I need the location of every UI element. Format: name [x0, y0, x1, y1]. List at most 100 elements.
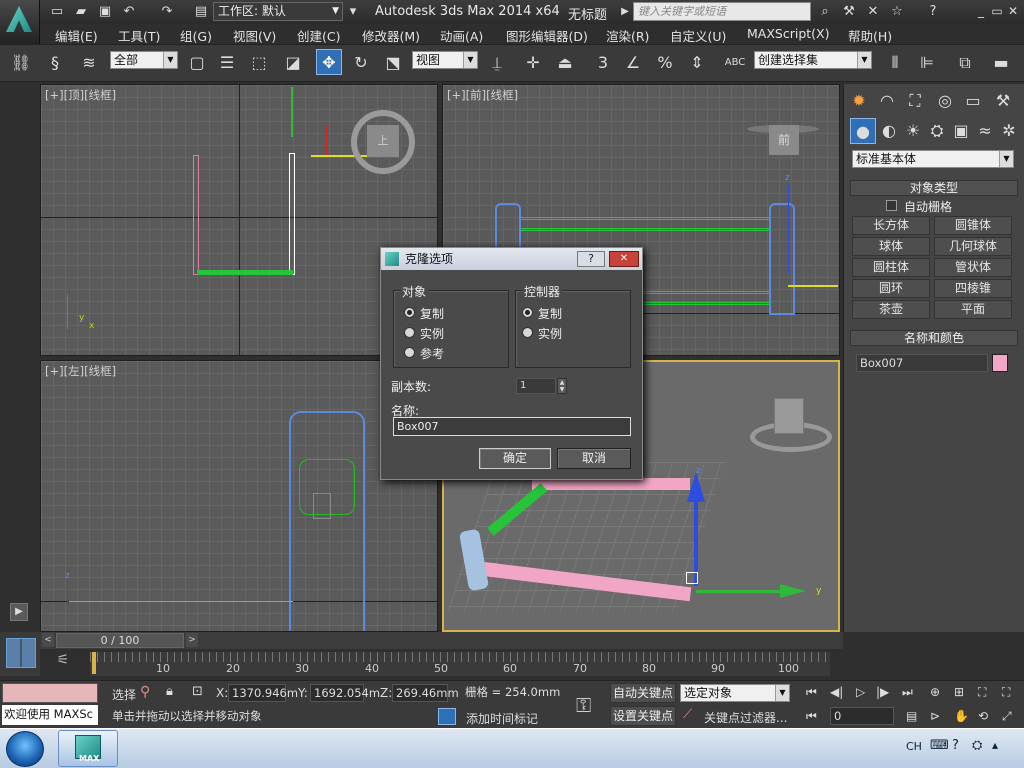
help-icon[interactable]: ?	[924, 3, 942, 21]
help-icon[interactable]: ?	[952, 738, 959, 753]
window-crossing-icon[interactable]: ◪	[280, 50, 306, 76]
mini-curve-editor-icon[interactable]: ⚟	[46, 652, 80, 676]
cylinder-button[interactable]: 圆柱体	[852, 258, 930, 277]
maximize-viewport-icon[interactable]: ⤢	[1002, 709, 1012, 724]
controller-copy-label[interactable]: 复制	[538, 305, 562, 322]
bind-spacewarp-icon[interactable]: ≋	[76, 50, 102, 76]
hierarchy-tab-icon[interactable]: ⛶	[902, 88, 928, 114]
favorites-icon[interactable]: ☆	[888, 3, 906, 21]
track-bar[interactable]: 10 20 30 40 50 60 70 80 90 100	[90, 652, 830, 676]
select-move-icon[interactable]: ✥	[316, 49, 342, 75]
zoom-icon[interactable]: ⊕	[930, 685, 940, 699]
angle-snap-icon[interactable]: ∠	[620, 50, 646, 76]
viewport-top-label[interactable]: [+][顶][线框]	[45, 87, 116, 103]
selection-filter-dropdown[interactable]: 全部 ▼	[110, 51, 178, 69]
play-icon[interactable]: ▷	[856, 685, 865, 699]
sphere-button[interactable]: 球体	[852, 237, 930, 256]
key-filters-button[interactable]: 关键点过滤器...	[704, 709, 787, 726]
time-slider-thumb[interactable]: 0 / 100	[56, 633, 184, 648]
controller-instance-label[interactable]: 实例	[538, 325, 562, 342]
graphite-toolbar-icon[interactable]: ▬	[988, 50, 1014, 76]
category-dropdown[interactable]: 标准基本体 ▼	[852, 150, 1014, 168]
controller-instance-radio[interactable]	[522, 327, 533, 338]
search-input[interactable]: 键入关键字或短语	[633, 2, 811, 21]
geometry-icon[interactable]: ●	[850, 118, 876, 144]
name-color-rollout[interactable]: 名称和颜色	[850, 330, 1018, 346]
ime-settings-icon[interactable]: ⛭	[972, 738, 982, 753]
pivot-center-icon[interactable]: ⍊	[484, 50, 510, 76]
create-tab-icon[interactable]: ✹	[846, 88, 872, 114]
set-key-icon[interactable]: ⚿	[576, 693, 591, 717]
time-tag-icon[interactable]	[438, 708, 456, 725]
maxscript-input[interactable]: 欢迎使用 MAXSc	[2, 705, 98, 725]
select-by-name-icon[interactable]: ☰	[214, 50, 240, 76]
object-color-swatch[interactable]	[992, 354, 1008, 372]
select-rotate-icon[interactable]: ↻	[348, 50, 374, 76]
pyramid-button[interactable]: 四棱锥	[934, 279, 1012, 298]
application-button[interactable]	[0, 0, 40, 44]
menu-modifiers[interactable]: 修改器(M)	[362, 26, 420, 45]
zoom-all-icon[interactable]: ⊞	[954, 685, 964, 699]
spacewarps-icon[interactable]: ≈	[972, 118, 998, 144]
systems-icon[interactable]: ✲	[996, 118, 1022, 144]
object-copy-label[interactable]: 复制	[420, 305, 444, 322]
project-folder-icon[interactable]: ▤	[192, 3, 210, 21]
undo-icon[interactable]: ↶	[120, 3, 138, 21]
cancel-button[interactable]: 取消	[557, 448, 631, 469]
controller-copy-radio[interactable]	[522, 307, 533, 318]
plane-button[interactable]: 平面	[934, 300, 1012, 319]
object-instance-label[interactable]: 实例	[420, 325, 444, 342]
cone-button[interactable]: 圆锥体	[934, 216, 1012, 235]
open-file-icon[interactable]: ▰	[72, 3, 90, 21]
align-icon[interactable]: ⊫	[914, 50, 940, 76]
key-mode-toggle-icon[interactable]: ⏮	[806, 709, 817, 724]
dialog-close-button[interactable]: ✕	[609, 251, 639, 267]
object-reference-radio[interactable]	[404, 347, 415, 358]
reference-coordinate-dropdown[interactable]: 视图 ▼	[412, 51, 478, 69]
gizmo-plane-handle[interactable]	[686, 572, 698, 584]
clone-name-input[interactable]: Box007	[393, 417, 631, 436]
y-coord-field[interactable]: 1692.054m	[310, 684, 380, 702]
absolute-mode-icon[interactable]: ⊡	[192, 684, 203, 699]
time-config-icon[interactable]: ▤	[906, 709, 917, 723]
keyboard-shortcut-override-icon[interactable]: ⏏	[552, 50, 578, 76]
copies-spinner-arrows[interactable]: ▲ ▼	[557, 378, 567, 394]
unlink-icon[interactable]: §	[42, 50, 68, 76]
current-frame-field[interactable]: 0	[830, 707, 894, 725]
dialog-help-button[interactable]: ?	[577, 251, 605, 267]
viewport-left[interactable]: [+][左][线框] z	[40, 360, 438, 632]
viewcube[interactable]	[774, 398, 804, 434]
time-prev-icon[interactable]: <	[42, 633, 54, 647]
menu-group[interactable]: 组(G)	[180, 26, 212, 45]
menu-edit[interactable]: 编辑(E)	[55, 26, 98, 45]
viewport-front-label[interactable]: [+][前][线框]	[447, 87, 518, 103]
box-button[interactable]: 长方体	[852, 216, 930, 235]
menu-animation[interactable]: 动画(A)	[440, 26, 483, 45]
object-instance-radio[interactable]	[404, 327, 415, 338]
language-indicator[interactable]: CH	[906, 740, 922, 753]
menu-views[interactable]: 视图(V)	[233, 26, 276, 45]
menu-help[interactable]: 帮助(H)	[848, 26, 892, 45]
layer-manager-icon[interactable]: ⧉	[952, 50, 978, 76]
orbit-icon[interactable]: ⟲	[978, 709, 988, 723]
display-tab-icon[interactable]: ▭	[960, 88, 986, 114]
viewcube[interactable]: 上	[367, 125, 399, 157]
time-slider[interactable]: < 0 / 100 >	[40, 632, 843, 649]
new-file-icon[interactable]: ▭	[48, 3, 66, 21]
viewport-top[interactable]: [+][顶][线框] 上 y x	[40, 84, 438, 356]
select-object-icon[interactable]: ▢	[184, 50, 210, 76]
next-frame-icon[interactable]: |▶	[876, 685, 889, 699]
field-of-view-icon[interactable]: ⊳	[930, 709, 940, 723]
add-time-tag-button[interactable]: 添加时间标记	[466, 710, 538, 727]
zoom-extents-icon[interactable]: ⛶	[978, 685, 986, 700]
search-arrow-icon[interactable]: ▶	[616, 3, 634, 21]
subscription-icon[interactable]: ⚒	[840, 3, 858, 21]
prev-frame-icon[interactable]: ◀|	[830, 685, 843, 699]
menu-maxscript[interactable]: MAXScript(X)	[747, 26, 829, 41]
close-icon[interactable]: ✕	[1004, 2, 1022, 20]
rect-selection-icon[interactable]: ⬚	[246, 50, 272, 76]
ok-button[interactable]: 确定	[479, 448, 551, 469]
teapot-button[interactable]: 茶壶	[852, 300, 930, 319]
helpers-icon[interactable]: ▣	[948, 118, 974, 144]
save-file-icon[interactable]: ▣	[96, 3, 114, 21]
